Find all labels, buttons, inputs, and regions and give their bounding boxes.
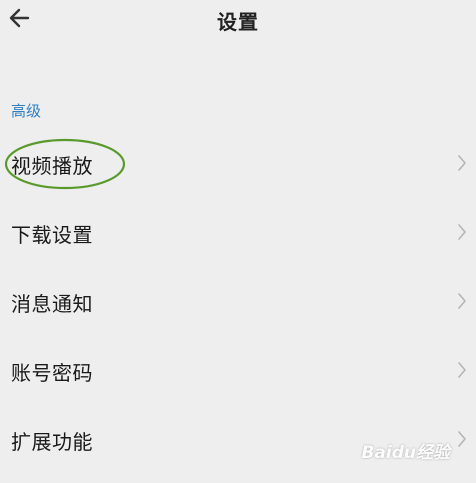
page-title: 设置 [217, 10, 259, 34]
settings-item-label: 视频播放 [11, 154, 93, 178]
settings-item-account-password[interactable]: 账号密码 [0, 335, 476, 404]
settings-item-download-settings[interactable]: 下载设置 [0, 197, 476, 266]
section-header: 高级 [11, 102, 42, 120]
settings-item-label: 账号密码 [11, 361, 93, 385]
top-bar: 设置 [0, 0, 476, 40]
chevron-right-icon [458, 293, 466, 309]
chevron-right-icon [458, 362, 466, 378]
settings-list: 视频播放 下载设置 消息通知 账号密码 扩展功能 [0, 128, 476, 473]
watermark: Baidu经验 [361, 443, 450, 463]
chevron-right-icon [458, 224, 466, 240]
chevron-right-icon [458, 431, 466, 447]
settings-item-notifications[interactable]: 消息通知 [0, 266, 476, 335]
settings-item-video-playback[interactable]: 视频播放 [0, 128, 476, 197]
settings-item-label: 扩展功能 [11, 430, 93, 454]
chevron-right-icon [458, 155, 466, 171]
settings-item-label: 消息通知 [11, 292, 93, 316]
settings-item-label: 下载设置 [11, 223, 93, 247]
